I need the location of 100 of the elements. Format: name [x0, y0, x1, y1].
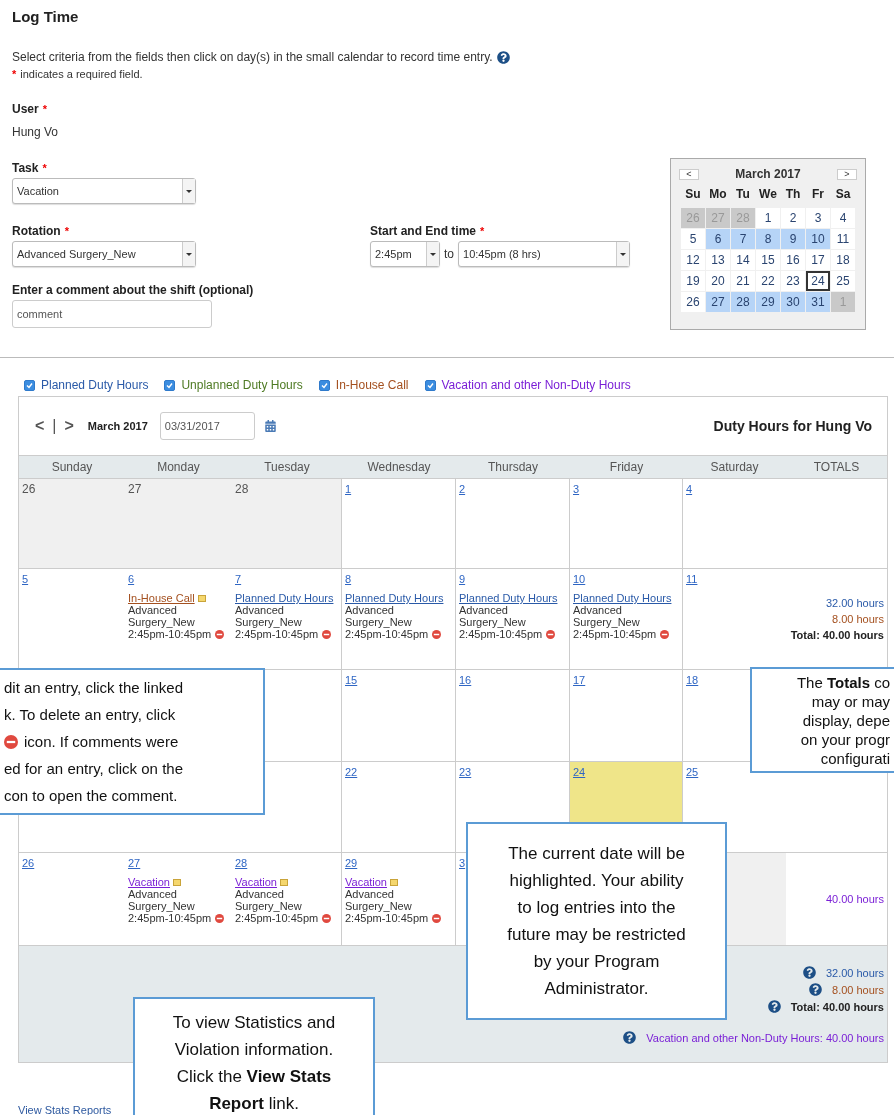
next-month-button[interactable]: > — [837, 168, 857, 180]
entry-link[interactable]: Planned Duty Hours — [573, 592, 672, 604]
prev-month-button[interactable]: < — [33, 417, 47, 435]
calendar-day[interactable]: 23 — [781, 271, 805, 291]
date-link[interactable]: 28 — [235, 857, 248, 869]
calendar-day[interactable]: 19 — [681, 271, 705, 291]
date-link[interactable]: 4 — [686, 483, 693, 495]
calendar-day[interactable]: 21 — [731, 271, 755, 291]
legend-checkbox[interactable] — [24, 379, 35, 391]
legend-checkbox[interactable] — [318, 379, 330, 391]
date-link[interactable]: 3 — [573, 483, 580, 495]
help-icon[interactable] — [809, 983, 822, 996]
rotation-text: Advanced Surgery_New — [235, 604, 303, 628]
calendar-day[interactable]: 3 — [806, 208, 830, 228]
date-link[interactable]: 8 — [345, 573, 352, 585]
rotation-select[interactable]: Advanced Surgery_New — [12, 241, 196, 267]
date-link[interactable]: 29 — [345, 857, 358, 869]
calendar-day[interactable]: 27 — [706, 292, 730, 312]
calendar-day[interactable]: 8 — [756, 229, 780, 249]
delete-icon[interactable] — [546, 629, 556, 639]
entry-link[interactable]: Planned Duty Hours — [235, 592, 334, 604]
comment-field[interactable]: comment — [12, 300, 212, 328]
calendar-day[interactable]: 15 — [756, 250, 780, 270]
date-link[interactable]: 18 — [686, 674, 699, 686]
note-icon[interactable] — [173, 878, 181, 886]
legend-checkbox[interactable] — [424, 379, 436, 391]
date-link[interactable]: 6 — [128, 573, 135, 585]
column-header: TOTALS — [812, 460, 861, 474]
note-icon[interactable] — [197, 594, 206, 602]
calendar-day[interactable]: 4 — [831, 208, 855, 228]
entry-link[interactable]: Vacation — [345, 876, 387, 888]
date-link[interactable]: 15 — [345, 674, 358, 686]
calendar-day[interactable]: 17 — [806, 250, 830, 270]
help-icon[interactable] — [623, 1031, 637, 1044]
help-icon[interactable] — [496, 50, 510, 64]
calendar-day[interactable]: 12 — [681, 250, 705, 270]
date-link[interactable]: 27 — [128, 857, 141, 869]
date-link[interactable]: 24 — [573, 766, 586, 778]
calendar-day[interactable]: 9 — [781, 229, 805, 249]
task-select[interactable]: Vacation — [12, 178, 196, 204]
date-link[interactable]: 1 — [345, 483, 352, 495]
prev-month-button[interactable]: < — [679, 168, 699, 180]
entry-link[interactable]: Vacation — [128, 876, 170, 888]
entry-link[interactable]: In-House Call — [128, 592, 195, 604]
summary-total: 8.00 hours — [832, 983, 884, 996]
calendar-day[interactable]: 1 — [756, 208, 780, 228]
calendar-day[interactable]: 22 — [756, 271, 780, 291]
delete-icon[interactable] — [322, 913, 332, 923]
entry-link[interactable]: Planned Duty Hours — [459, 592, 558, 604]
date-link[interactable]: 2 — [459, 483, 466, 495]
calendar-day[interactable]: 16 — [781, 250, 805, 270]
date-link[interactable]: 11 — [686, 573, 698, 585]
note-icon[interactable] — [280, 878, 288, 886]
calendar-day[interactable]: 7 — [731, 229, 755, 249]
calendar-day[interactable]: 5 — [681, 229, 705, 249]
date-link[interactable]: 9 — [459, 573, 466, 585]
calendar-icon[interactable] — [264, 420, 276, 432]
calendar-day[interactable]: 28 — [731, 292, 755, 312]
date-link[interactable]: 25 — [686, 766, 699, 778]
delete-icon[interactable] — [4, 734, 18, 749]
calendar-day[interactable]: 30 — [781, 292, 805, 312]
calendar-day[interactable]: 2 — [781, 208, 805, 228]
date-link[interactable]: 23 — [459, 766, 472, 778]
entry-link[interactable]: Planned Duty Hours — [345, 592, 444, 604]
date-link[interactable]: 26 — [22, 857, 35, 869]
date-link[interactable]: 16 — [459, 674, 472, 686]
calendar-day[interactable]: 14 — [731, 250, 755, 270]
date-field[interactable]: 03/31/2017 — [159, 412, 255, 440]
start-time-select[interactable]: 2:45pm — [370, 241, 440, 267]
calendar-day[interactable]: 24 — [806, 271, 830, 291]
delete-icon[interactable] — [215, 629, 225, 639]
summary-total: Total: 40.00 hours — [790, 1000, 884, 1013]
calendar-day[interactable]: 18 — [831, 250, 855, 270]
date-link[interactable]: 7 — [235, 573, 242, 585]
date-link[interactable]: 22 — [345, 766, 358, 778]
delete-icon[interactable] — [215, 913, 225, 923]
date-link[interactable]: 17 — [573, 674, 586, 686]
delete-icon[interactable] — [432, 629, 442, 639]
delete-icon[interactable] — [660, 629, 670, 639]
help-icon[interactable] — [767, 1000, 781, 1013]
entry-link[interactable]: Vacation — [235, 876, 277, 888]
next-month-button[interactable]: > — [62, 417, 76, 435]
legend-checkbox[interactable] — [164, 379, 176, 391]
date-link[interactable]: 5 — [22, 573, 29, 585]
date-link[interactable]: 10 — [573, 573, 586, 585]
delete-icon[interactable] — [322, 629, 332, 639]
calendar-day[interactable]: 31 — [806, 292, 830, 312]
end-time-select[interactable]: 10:45pm (8 hrs) — [458, 241, 630, 267]
calendar-day[interactable]: 11 — [831, 229, 855, 249]
calendar-day[interactable]: 20 — [706, 271, 730, 291]
calendar-day[interactable]: 29 — [756, 292, 780, 312]
calendar-day[interactable]: 25 — [831, 271, 855, 291]
help-icon[interactable] — [802, 966, 816, 979]
calendar-day[interactable]: 26 — [681, 292, 705, 312]
calendar-day[interactable]: 10 — [806, 229, 830, 249]
delete-icon[interactable] — [432, 913, 442, 923]
date-link[interactable]: 3 — [459, 857, 466, 869]
calendar-day[interactable]: 6 — [706, 229, 730, 249]
calendar-day[interactable]: 13 — [706, 250, 730, 270]
note-icon[interactable] — [390, 878, 398, 886]
